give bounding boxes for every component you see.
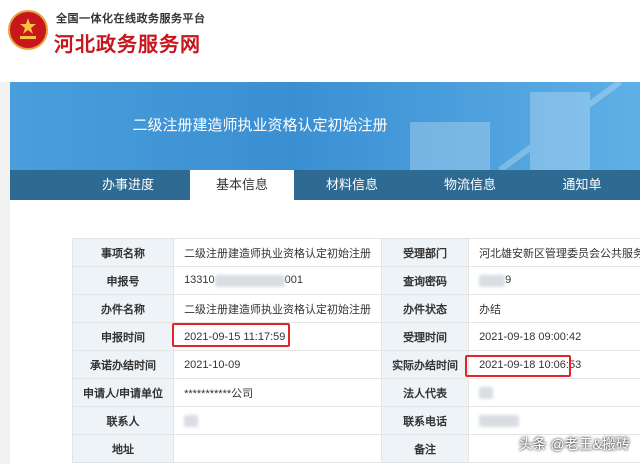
table-row: 事项名称 二级注册建造师执业资格认定初始注册 受理部门 河北雄安新区管理委员会公… xyxy=(71,238,640,267)
apply-no-suffix: 001 xyxy=(284,274,304,287)
query-pwd-label: 查询密码 xyxy=(381,266,470,295)
promise-time-value: 2021-10-09 xyxy=(173,350,383,379)
apply-time-highlight xyxy=(172,323,290,347)
case-status-label: 办件状态 xyxy=(381,294,470,323)
case-name-label: 办件名称 xyxy=(71,294,175,323)
redacted-mark xyxy=(184,414,199,427)
query-pwd-value: 9 xyxy=(468,266,640,295)
tab-materials[interactable]: 材料信息 xyxy=(300,170,404,200)
tab-notice[interactable]: 通知单 xyxy=(530,170,634,200)
platform-subtitle: 全国一体化在线政务服务平台 xyxy=(56,13,206,25)
applicant-label: 申请人/申请单位 xyxy=(71,378,175,407)
item-name-value: 二级注册建造师执业资格认定初始注册 xyxy=(173,238,383,267)
case-status-value: 办结 xyxy=(468,294,640,323)
apply-no-prefix: 13310 xyxy=(184,274,215,287)
tab-bar: 办事进度 基本信息 材料信息 物流信息 通知单 xyxy=(10,170,640,200)
redacted-mark xyxy=(214,274,285,287)
national-emblem-icon[interactable] xyxy=(8,10,48,50)
contact-label: 联系人 xyxy=(71,406,175,435)
redacted-mark xyxy=(479,386,494,399)
dept-label: 受理部门 xyxy=(381,238,470,267)
case-name-value: 二级注册建造师执业资格认定初始注册 xyxy=(173,294,383,323)
tab-progress[interactable]: 办事进度 xyxy=(70,170,186,200)
site-header: 全国一体化在线政务服务平台 河北政务服务网 xyxy=(0,0,640,82)
watermark: 头条 @老王&搬砖 xyxy=(518,436,630,452)
query-pwd-suffix: 9 xyxy=(505,274,512,287)
apply-time-label: 申报时间 xyxy=(71,322,175,351)
dept-value: 河北雄安新区管理委员会公共服务局 xyxy=(468,238,640,267)
actual-time-label: 实际办结时间 xyxy=(381,350,470,379)
actual-time-highlight xyxy=(465,355,571,377)
table-row: 申请人/申请单位 ***********公司 法人代表 xyxy=(71,378,640,407)
legal-rep-label: 法人代表 xyxy=(381,378,470,407)
redacted-mark xyxy=(479,414,520,427)
table-row: 申报时间 2021-09-15 11:17:59 受理时间 2021-09-18… xyxy=(71,322,640,351)
site-title[interactable]: 河北政务服务网 xyxy=(54,28,201,57)
tab-logistics[interactable]: 物流信息 xyxy=(412,170,528,200)
accept-time-label: 受理时间 xyxy=(381,322,470,351)
table-row: 申报号 13310 001 查询密码 9 xyxy=(71,266,640,295)
remark-label: 备注 xyxy=(381,434,470,463)
redacted-mark xyxy=(479,274,506,287)
address-value xyxy=(173,434,383,463)
address-label: 地址 xyxy=(71,434,175,463)
tab-basic-info[interactable]: 基本信息 xyxy=(190,170,294,200)
table-row: 办件名称 二级注册建造师执业资格认定初始注册 办件状态 办结 xyxy=(71,294,640,323)
accept-time-value: 2021-09-18 09:00:42 xyxy=(468,322,640,351)
phone-label: 联系电话 xyxy=(381,406,470,435)
apply-no-label: 申报号 xyxy=(71,266,175,295)
basic-info-panel: 事项名称 二级注册建造师执业资格认定初始注册 受理部门 河北雄安新区管理委员会公… xyxy=(10,200,640,464)
legal-rep-value xyxy=(468,378,640,407)
table-row: 联系人 联系电话 xyxy=(71,406,640,435)
service-title: 二级注册建造师执业资格认定初始注册 xyxy=(132,117,388,134)
phone-value xyxy=(468,406,640,435)
service-banner: 二级注册建造师执业资格认定初始注册 xyxy=(10,82,640,170)
applicant-value: ***********公司 xyxy=(173,378,383,407)
promise-time-label: 承诺办结时间 xyxy=(71,350,175,379)
apply-no-value: 13310 001 xyxy=(173,266,383,295)
contact-value xyxy=(173,406,383,435)
item-name-label: 事项名称 xyxy=(71,238,175,267)
info-table: 事项名称 二级注册建造师执业资格认定初始注册 受理部门 河北雄安新区管理委员会公… xyxy=(71,238,640,463)
